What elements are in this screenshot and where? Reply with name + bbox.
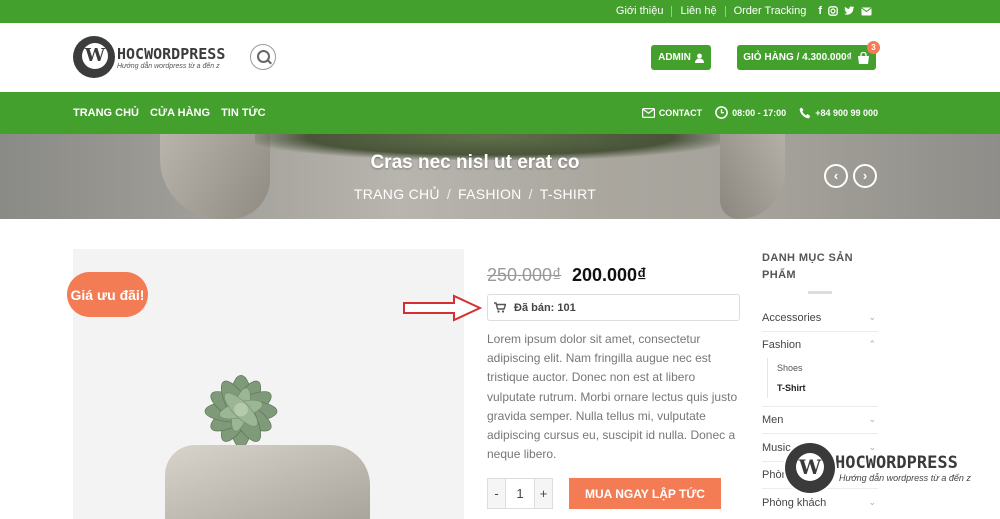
category-label: Men <box>762 414 784 426</box>
contact-label: CONTACT <box>658 107 703 118</box>
category-phong-khach[interactable]: Phòng khách ⌄ <box>762 497 878 509</box>
shopping-bag-icon <box>857 51 869 64</box>
phone-label: +84 900 99 000 <box>815 107 878 118</box>
nav-item-home[interactable]: TRANG CHỦ <box>73 107 139 119</box>
divider <box>762 406 878 407</box>
sidebar-title: DANH MỤC SẢN PHẨM <box>762 252 853 281</box>
page-hero-banner: Cras nec nisl ut erat co TRANG CHỦ / FASHI… <box>0 134 1000 219</box>
logo-title: HOCWORDPRESS <box>117 44 226 63</box>
top-link-order-tracking[interactable]: Order Tracking <box>734 5 807 17</box>
nav-item-news[interactable]: TIN TỨC <box>221 107 266 119</box>
quantity-increase-button[interactable]: + <box>535 479 552 508</box>
chevron-down-icon[interactable]: ⌄ <box>868 414 876 425</box>
envelope-icon <box>641 107 655 118</box>
product-description: Lorem ipsum dolor sit amet, consectetur … <box>487 332 738 462</box>
hero-background-image <box>160 134 270 219</box>
search-button[interactable] <box>250 44 276 70</box>
cart-button[interactable]: GIỎ HÀNG / 4.300.000₫ <box>737 45 876 70</box>
top-link-about[interactable]: Giới thiệu <box>616 5 664 17</box>
cart-label: GIỎ HÀNG / 4.300.000₫ <box>743 52 852 63</box>
divider <box>724 5 726 17</box>
top-bar: Giới thiệu Liên hệ Order Tracking f <box>0 0 1000 23</box>
phone-icon <box>799 107 811 118</box>
chevron-down-icon[interactable]: ⌄ <box>868 312 876 323</box>
hours-label: 08:00 - 17:00 <box>732 107 787 118</box>
sale-badge: Giá ưu đãi! <box>67 272 148 317</box>
logo-subtitle: Hướng dẫn wordpress từ a đến z <box>117 62 220 70</box>
divider <box>762 331 878 332</box>
cart-count-badge: 3 <box>867 41 880 54</box>
wordpress-gear-icon <box>73 36 115 78</box>
chevron-up-icon[interactable]: ⌃ <box>868 339 876 350</box>
wordpress-gear-icon <box>785 443 835 493</box>
prev-product-button[interactable]: ‹ <box>824 164 848 188</box>
watermark-logo: HOCWORDPRESS Hướng dẫn wordpress từ a đế… <box>785 443 971 493</box>
category-label: Fashion <box>762 339 802 351</box>
quantity-input[interactable]: 1 <box>505 479 535 508</box>
subcategory-tshirt[interactable]: T-Shirt <box>777 383 806 393</box>
nav-item-shop[interactable]: CỬA HÀNG <box>150 107 210 119</box>
annotation-arrow-icon <box>403 294 482 322</box>
breadcrumb-item-home[interactable]: TRANG CHỦ <box>354 186 440 202</box>
quantity-decrease-button[interactable]: - <box>488 479 505 508</box>
breadcrumb: TRANG CHỦ / FASHION / T-SHIRT <box>353 186 597 202</box>
site-header: HOCWORDPRESS Hướng dẫn wordpress từ a đế… <box>0 23 1000 92</box>
sold-count-label: Đã bán: 101 <box>514 301 576 314</box>
divider <box>808 291 832 294</box>
clock-icon <box>715 106 728 119</box>
chevron-down-icon[interactable]: ⌄ <box>868 497 876 508</box>
category-accessories[interactable]: Accessories ⌄ <box>762 312 878 324</box>
admin-button[interactable]: ADMIN <box>651 45 711 70</box>
divider <box>767 358 768 398</box>
original-price: 250.000₫ <box>487 265 562 285</box>
category-label: Phòng khách <box>762 497 827 509</box>
nav-menu: TRANG CHỦ CỬA HÀNG TIN TỨC <box>73 107 266 119</box>
breadcrumb-item-tshirt[interactable]: T-SHIRT <box>540 186 596 202</box>
category-label: Accessories <box>762 312 822 324</box>
twitter-icon[interactable] <box>844 6 855 16</box>
nav-phone[interactable]: +84 900 99 000 <box>799 107 878 119</box>
next-product-button[interactable]: › <box>853 164 877 188</box>
succulent-image <box>204 374 278 448</box>
watermark-title: HOCWORDPRESS <box>835 453 958 473</box>
page-title: Cras nec nisl ut erat co <box>370 152 580 173</box>
facebook-icon[interactable]: f <box>818 5 822 17</box>
instagram-icon[interactable] <box>828 6 838 16</box>
top-links: Giới thiệu Liên hệ Order Tracking f <box>616 5 872 17</box>
nav-contact[interactable]: CONTACT <box>641 107 703 118</box>
subcategory-shoes[interactable]: Shoes <box>777 363 803 373</box>
nav-hours: 08:00 - 17:00 <box>715 106 786 119</box>
mail-icon[interactable] <box>861 7 872 16</box>
watermark-subtitle: Hướng dẫn wordpress từ a đến z <box>839 473 971 483</box>
quantity-stepper: - 1 + <box>487 478 553 509</box>
divider <box>671 5 673 17</box>
category-men[interactable]: Men ⌄ <box>762 414 878 426</box>
main-nav: TRANG CHỦ CỬA HÀNG TIN TỨC CONTACT 08:00… <box>0 92 1000 134</box>
nav-contact-info: CONTACT 08:00 - 17:00 +84 900 99 000 <box>641 106 878 119</box>
divider <box>762 433 878 434</box>
cart-icon <box>494 302 506 313</box>
sale-price: 200.000₫ <box>572 265 647 285</box>
category-fashion[interactable]: Fashion ⌃ <box>762 339 878 351</box>
breadcrumb-item-fashion[interactable]: FASHION <box>458 186 522 202</box>
buy-now-button[interactable]: MUA NGAY LẬP TỨC <box>569 478 721 509</box>
burlap-sack-image <box>165 445 370 519</box>
hero-background-image <box>720 134 785 219</box>
sold-count-box: Đã bán: 101 <box>487 294 740 321</box>
admin-label: ADMIN <box>658 52 691 63</box>
top-link-contact[interactable]: Liên hệ <box>680 5 716 17</box>
user-icon <box>694 53 704 63</box>
site-logo[interactable]: HOCWORDPRESS Hướng dẫn wordpress từ a đế… <box>73 36 225 78</box>
